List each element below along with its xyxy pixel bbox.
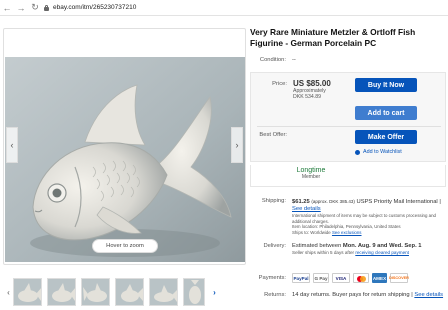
hover-to-zoom-label: Hover to zoom [92, 239, 158, 253]
cleared-payment-link[interactable]: receiving cleared payment [355, 250, 409, 255]
thumbnail[interactable] [183, 278, 205, 306]
thumbnail[interactable] [13, 278, 42, 306]
delivery-dates: Mon. Aug. 9 and Wed. Sep. 1 [342, 243, 422, 249]
make-offer-button[interactable]: Make Offer [355, 130, 417, 144]
chevron-left-icon: ‹ [10, 140, 14, 150]
lock-icon [44, 4, 49, 11]
paypal-icon: PayPal [292, 273, 310, 283]
discover-icon: DISCOVER [389, 273, 409, 283]
add-to-watchlist-link[interactable]: Add to Watchlist [355, 149, 402, 155]
shipping-amount: $61.25 [292, 199, 310, 205]
main-product-image[interactable] [5, 57, 245, 262]
delivery-prefix: Estimated between [292, 243, 343, 249]
payments-label: Payments: [258, 275, 286, 281]
shipping-label: Shipping: [261, 198, 286, 204]
shipping-row: Shipping: $61.25 (approx. DKK 385.43) US… [250, 198, 446, 235]
payments-row: Payments: PayPal G Pay VISA AMEX DISCOVE… [250, 273, 446, 283]
thumb-next-icon[interactable]: › [210, 288, 219, 297]
condition-label: Condition: [259, 57, 286, 63]
visa-icon: VISA [332, 273, 350, 283]
address-bar[interactable]: ebay.com/itm/265230737210 [44, 4, 136, 11]
customs-note: International shipment of items may be s… [292, 213, 436, 224]
eye-icon [355, 149, 360, 155]
buy-box: Price: US $85.00 Approximately DKK 534.8… [250, 72, 446, 162]
returns-details-link[interactable]: See details [414, 292, 443, 298]
thumbnail[interactable] [149, 278, 178, 306]
returns-label: Returns: [264, 292, 286, 298]
delivery-label: Delivery: [263, 243, 286, 249]
thumbnail-strip: ‹ › [4, 277, 244, 307]
prev-image-button[interactable]: ‹ [6, 127, 18, 163]
thumb-prev-icon[interactable]: ‹ [4, 288, 13, 297]
seller-badge-box: Longtime Member [250, 165, 446, 187]
ships-to: Ships to: Worldwide [292, 229, 331, 235]
see-exclusions-link[interactable]: See exclusions [332, 230, 362, 235]
returns-row: Returns: 14 day returns. Buyer pays for … [250, 292, 446, 299]
shipping-details-link[interactable]: See details [292, 206, 321, 212]
next-image-button[interactable]: › [231, 127, 243, 163]
item-title: Very Rare Miniature Metzler & Ortloff Fi… [250, 27, 416, 48]
forward-arrow-icon[interactable]: → [14, 1, 28, 15]
reload-icon[interactable]: ↻ [28, 1, 42, 15]
browser-toolbar: ← → ↻ ebay.com/itm/265230737210 [0, 0, 448, 16]
divider [257, 126, 441, 127]
returns-text: 14 day returns. Buyer pays for return sh… [292, 292, 413, 298]
price-label: Price: [272, 81, 287, 87]
member-badge-sub: Member [301, 174, 321, 180]
url-text[interactable]: ebay.com/itm/265230737210 [53, 4, 136, 11]
mastercard-icon [353, 273, 369, 283]
shipping-service: USPS Priority Mail International [356, 199, 438, 205]
price-value: US $85.00 [293, 79, 331, 88]
shipping-approx: (approx. DKK 385.43) [311, 199, 355, 204]
back-arrow-icon[interactable]: ← [0, 1, 14, 15]
buy-it-now-button[interactable]: Buy It Now [355, 78, 417, 92]
thumbnail[interactable] [115, 278, 144, 306]
longtime-badge-title: Longtime [296, 167, 326, 174]
best-offer-label: Best Offer: [259, 132, 287, 138]
thumbnail[interactable] [47, 278, 76, 306]
condition-value: -- [292, 57, 296, 63]
approx-value: DKK 534.89 [293, 94, 321, 100]
google-pay-icon: G Pay [313, 273, 329, 283]
delivery-sub-prefix: Seller ships within 5 days after [292, 250, 356, 255]
chevron-right-icon: › [235, 140, 239, 150]
amex-icon: AMEX [372, 273, 387, 283]
add-to-cart-button[interactable]: Add to cart [355, 106, 417, 120]
delivery-row: Delivery: Estimated between Mon. Aug. 9 … [250, 243, 446, 255]
thumbnail[interactable] [81, 278, 110, 306]
condition-row: Condition: -- [250, 57, 446, 63]
image-gallery: ‹ › [3, 28, 246, 265]
price-row: Price: US $85.00 Approximately DKK 534.8… [251, 79, 447, 100]
watchlist-label: Add to Watchlist [363, 149, 402, 155]
